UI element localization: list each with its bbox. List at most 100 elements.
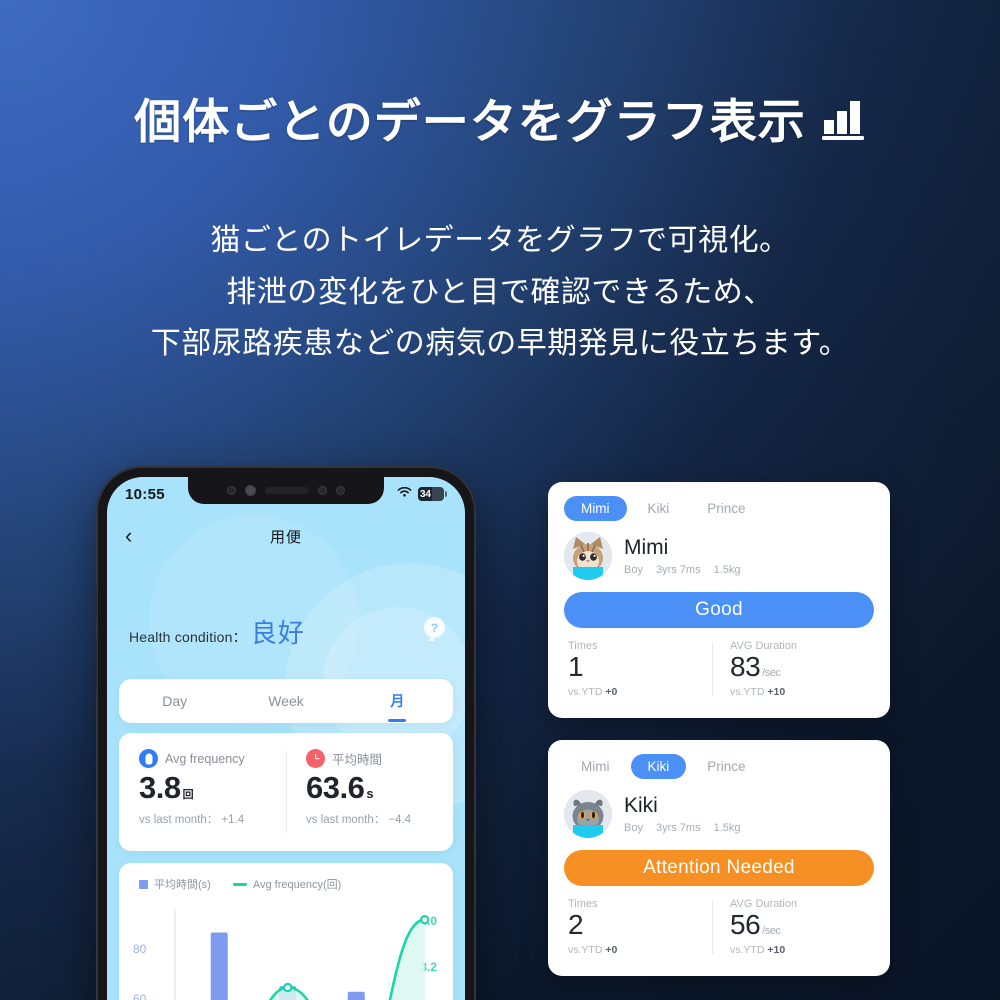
- cat-bowl-icon: [573, 567, 603, 580]
- phone-volume-down-button: [96, 638, 97, 692]
- cat-stats: Times 1 vs.YTD +0 AVG Duration 83/sec vs…: [564, 640, 874, 698]
- phone-notch: [188, 477, 384, 504]
- cat-name: Kiki: [624, 794, 658, 818]
- metric-avg-duration: 平均時間 63.6 s vs last month： −4.4: [286, 733, 453, 851]
- battery-icon: 34: [418, 487, 447, 501]
- stat-unit: /sec: [762, 667, 781, 679]
- bar-chart-icon: [820, 96, 866, 147]
- tabby-cat-avatar: [564, 532, 612, 580]
- app-navbar: ‹ 用便: [107, 525, 465, 547]
- earpiece-speaker: [265, 487, 309, 494]
- stat-delta-value: +0: [605, 686, 618, 698]
- cat-weight: 1.5kg: [713, 563, 741, 576]
- status-badge-attention: Attention Needed: [564, 850, 874, 886]
- toilet-frequency-icon: [139, 749, 158, 768]
- stat-value: 56: [730, 909, 761, 940]
- metric-label: 平均時間: [332, 753, 383, 767]
- subcopy-line-3: 下部尿路疾患などの病気の早期発見に役立ちます。: [150, 327, 850, 361]
- metric-avg-frequency: Avg frequency 3.8 回 vs last month： +1.4: [119, 733, 286, 851]
- cat-tab-prince[interactable]: Prince: [690, 496, 762, 521]
- cat-tab-kiki[interactable]: Kiki: [630, 754, 687, 779]
- chart-plot: 80 60 4.0 3.2 2.4: [129, 900, 443, 1000]
- metric-value: 3.8: [139, 770, 181, 805]
- clock-icon: [306, 749, 325, 768]
- grey-cat-avatar: [564, 790, 612, 838]
- period-tabs: Day Week 月: [119, 679, 453, 723]
- metric-unit: s: [366, 786, 374, 801]
- status-badge-good: Good: [564, 592, 874, 628]
- stat-avg-duration: AVG Duration 56/sec vs.YTD +10: [712, 898, 874, 956]
- cat-sex: Boy: [624, 821, 643, 834]
- metric-value: 63.6: [306, 770, 365, 805]
- stat-avg-duration: AVG Duration 83/sec vs.YTD +10: [712, 640, 874, 698]
- stat-delta-prefix: vs.YTD: [730, 686, 768, 698]
- cat-name: Mimi: [624, 536, 669, 560]
- legend-item-duration[interactable]: 平均時間(s): [139, 876, 211, 892]
- legend-item-frequency[interactable]: Avg frequency(回): [232, 876, 342, 892]
- health-condition-value: 良好: [250, 618, 305, 648]
- subcopy-line-1: 猫ごとのトイレデータをグラフで可視化。: [210, 224, 790, 257]
- wifi-icon: [397, 485, 412, 503]
- cat-profile: Mimi Boy 3yrs 7ms 1.5kg: [564, 532, 874, 580]
- stat-value: 2: [568, 909, 584, 940]
- cat-tab-prince[interactable]: Prince: [690, 754, 762, 779]
- cat-sex: Boy: [624, 563, 643, 576]
- stat-value: 83: [730, 651, 761, 682]
- stat-times: Times 2 vs.YTD +0: [564, 898, 712, 956]
- metric-delta: vs last month： +1.4: [139, 814, 245, 826]
- cat-age: 3yrs 7ms: [655, 563, 701, 576]
- app-page-title: 用便: [269, 528, 302, 546]
- tab-month[interactable]: 月: [342, 691, 453, 711]
- chart-legend: 平均時間(s) Avg frequency(回): [129, 876, 443, 892]
- status-time: 10:55: [125, 485, 165, 503]
- front-sensor-icon: [318, 486, 327, 495]
- cat-stats: Times 2 vs.YTD +0 AVG Duration 56/sec vs…: [564, 898, 874, 956]
- stat-times: Times 1 vs.YTD +0: [564, 640, 712, 698]
- cat-bowl-icon: [573, 825, 603, 838]
- front-camera-icon: [245, 485, 256, 496]
- cat-summary-card: Mimi Kiki Prince: [548, 740, 890, 976]
- cat-weight: 1.5kg: [713, 821, 741, 834]
- stat-delta-value: +10: [767, 944, 786, 956]
- cat-tab-kiki[interactable]: Kiki: [631, 496, 687, 521]
- metric-delta: vs last month： −4.4: [306, 814, 412, 826]
- proximity-sensor-icon: [336, 486, 345, 495]
- metrics-card: Avg frequency 3.8 回 vs last month： +1.4 平…: [119, 733, 453, 851]
- health-condition-label: Health condition：: [129, 629, 247, 645]
- cat-profile: Kiki Boy 3yrs 7ms 1.5kg: [564, 790, 874, 838]
- cat-age: 3yrs 7ms: [655, 821, 701, 834]
- cat-selector-tabs: Mimi Kiki Prince: [564, 496, 874, 521]
- frequency-duration-chart: [174, 908, 430, 1000]
- front-sensor-icon: [227, 486, 236, 495]
- help-bubble-icon[interactable]: ?: [424, 617, 445, 638]
- stat-value: 1: [568, 651, 584, 682]
- cat-selector-tabs: Mimi Kiki Prince: [564, 754, 874, 779]
- legend-swatch-icon: [139, 879, 148, 889]
- phone-volume-up-button: [96, 586, 97, 620]
- stat-label: Times: [568, 898, 598, 910]
- stat-unit: /sec: [762, 925, 781, 937]
- tab-week[interactable]: Week: [230, 693, 341, 709]
- battery-level: 34: [420, 488, 431, 500]
- legend-line-icon: [232, 882, 247, 886]
- cat-summary-card: Mimi Kiki Prince: [548, 482, 890, 718]
- subcopy: 猫ごとのトイレデータをグラフで可視化。 排泄の変化をひと目で確認できるため、 下…: [0, 215, 1000, 370]
- legend-label: 平均時間(s): [154, 879, 211, 891]
- legend-label: Avg frequency(回): [252, 879, 342, 891]
- tab-day[interactable]: Day: [119, 693, 230, 709]
- stat-delta-prefix: vs.YTD: [568, 944, 606, 956]
- metric-unit: 回: [182, 789, 194, 801]
- stat-label: Times: [568, 640, 598, 652]
- cat-tab-mimi[interactable]: Mimi: [564, 496, 627, 521]
- page-title: 個体ごとのデータをグラフ表示: [0, 96, 1000, 148]
- headline-text: 個体ごとのデータをグラフ表示: [134, 95, 806, 148]
- stat-delta-prefix: vs.YTD: [730, 944, 768, 956]
- stat-delta-value: +10: [767, 686, 786, 698]
- subcopy-line-2: 排泄の変化をひと目で確認できるため、: [226, 275, 774, 309]
- promo-banner: 個体ごとのデータをグラフ表示 猫ごとのトイレデータをグラフで可視化。 排泄の変化…: [0, 0, 1000, 1000]
- cat-tab-mimi[interactable]: Mimi: [564, 754, 627, 779]
- metric-label: Avg frequency: [165, 751, 245, 766]
- phone-mockup: 10:55 34 ‹ 用便 Health condition： 良好 ? Day…: [96, 466, 476, 1000]
- stat-delta-prefix: vs.YTD: [568, 686, 606, 698]
- stat-delta-value: +0: [605, 944, 618, 956]
